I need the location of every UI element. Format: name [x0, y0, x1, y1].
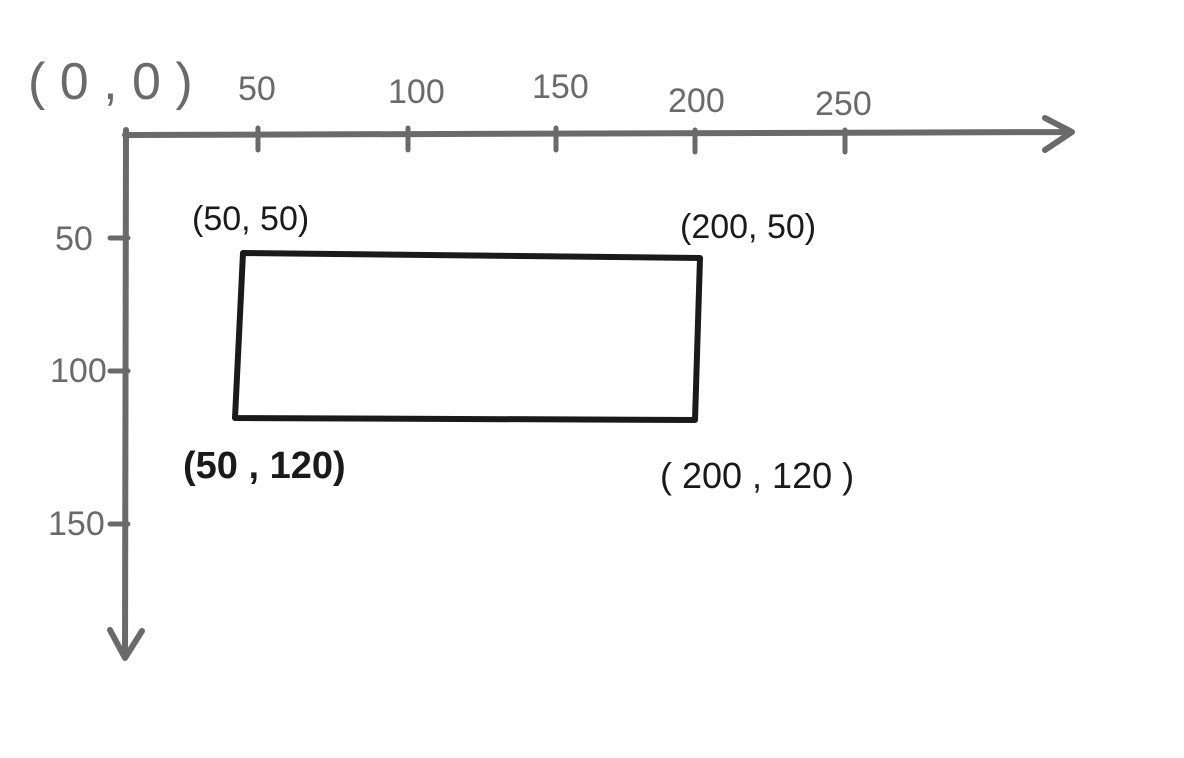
corner-label-top-left: (50, 50): [192, 200, 309, 239]
x-tick-label: 50: [238, 70, 276, 109]
rectangle-shape: [235, 253, 700, 420]
x-tick-label: 150: [532, 68, 589, 107]
y-axis-line: [110, 130, 142, 658]
coordinate-diagram: ( 0 , 0 ) 50 100 150 200 250 50 100 150 …: [0, 0, 1184, 758]
x-tick-label: 250: [815, 85, 872, 124]
x-tick-label: 100: [388, 73, 445, 112]
y-tick-label: 100: [50, 352, 107, 391]
corner-label-top-right: (200, 50): [680, 208, 816, 247]
axes-svg: [0, 0, 1184, 758]
x-tick-label: 200: [668, 82, 725, 121]
x-axis-line: [125, 118, 1072, 150]
y-tick-label: 150: [48, 505, 105, 544]
corner-label-bottom-right: ( 200 , 120 ): [660, 455, 854, 497]
corner-label-bottom-left: (50 , 120): [183, 445, 346, 488]
origin-label: ( 0 , 0 ): [28, 52, 193, 112]
y-tick-label: 50: [55, 220, 93, 259]
